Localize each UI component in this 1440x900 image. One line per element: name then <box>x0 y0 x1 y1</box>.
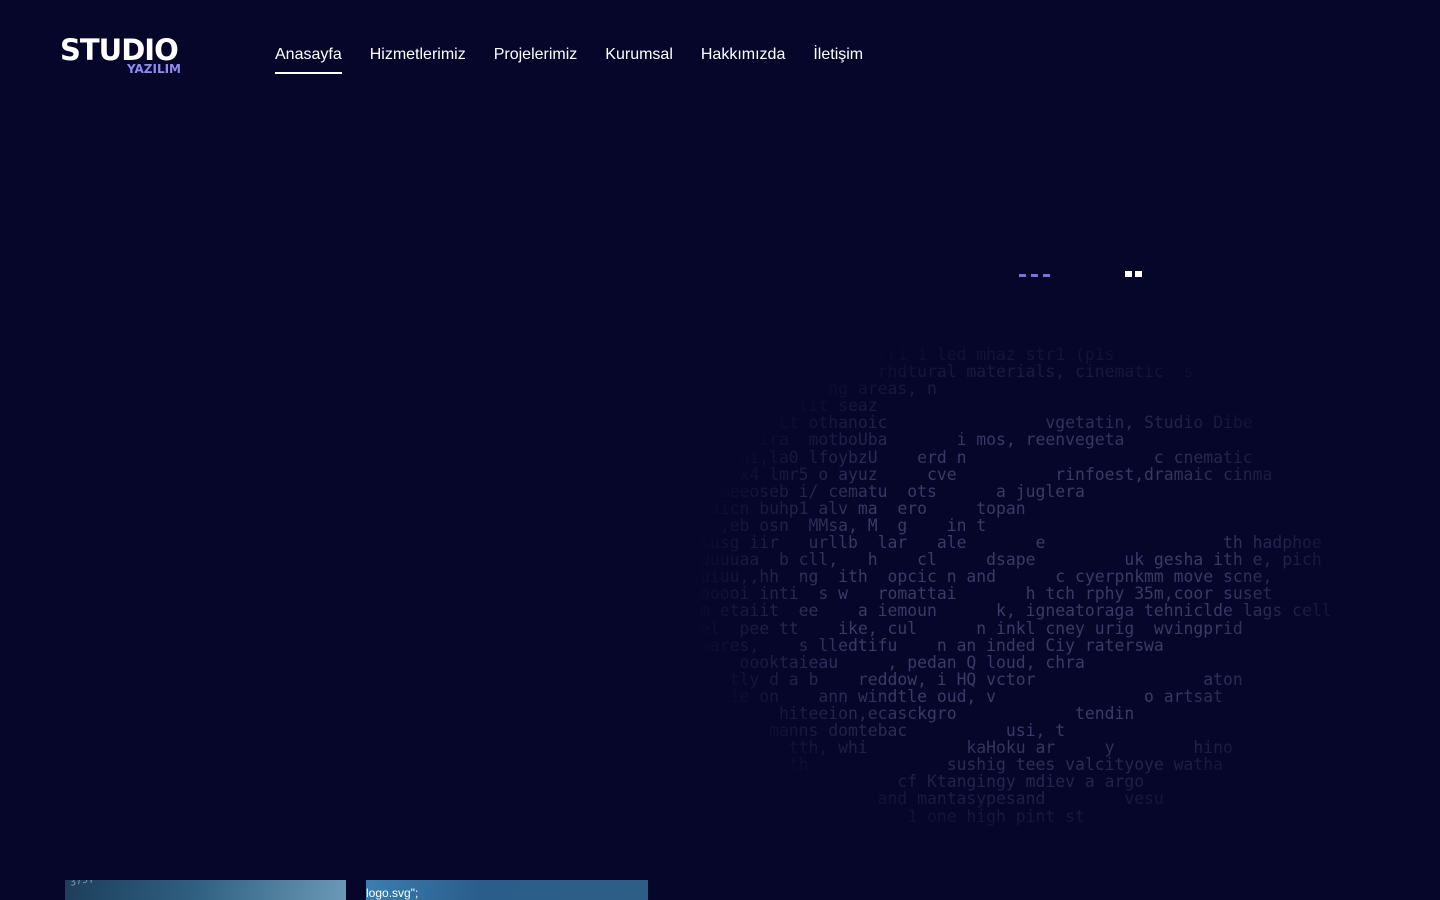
loading-dots-indicator <box>1019 274 1050 277</box>
ascii-art-hero: ppg=Fr1 1 led mhaz str1 (p1s rhdtural ma… <box>700 346 1332 826</box>
loading-dot <box>1019 274 1026 277</box>
nav-item-kurumsal[interactable]: Kurumsal <box>605 44 673 74</box>
card-code-text: 375, 2017 ( 11, 1 shile <box>69 880 207 889</box>
nav-item-hizmetlerimiz[interactable]: Hizmetlerimiz <box>370 44 466 74</box>
nav-item-anasayfa[interactable]: Anasayfa <box>275 44 342 74</box>
loading-dot <box>1043 274 1050 277</box>
main-nav: Anasayfa Hizmetlerimiz Projelerimiz Kuru… <box>275 44 863 74</box>
project-card-code[interactable]: 375, 2017 ( 11, 1 shile <box>65 880 346 900</box>
loading-square <box>1135 271 1142 277</box>
nav-item-iletisim[interactable]: İletişim <box>813 44 863 74</box>
card-logo-text: logo.svg"; <box>366 886 419 900</box>
logo[interactable]: STUDIO YAZILIM <box>60 34 184 78</box>
homepage: STUDIO YAZILIM Anasayfa Hizmetlerimiz Pr… <box>0 0 1440 900</box>
loading-square <box>1125 271 1132 277</box>
nav-item-projelerimiz[interactable]: Projelerimiz <box>494 44 578 74</box>
loading-squares-indicator <box>1125 271 1142 277</box>
logo-subtitle: YAZILIM <box>126 62 181 76</box>
project-card-logo[interactable]: logo.svg"; <box>366 880 648 900</box>
loading-dot <box>1031 274 1038 277</box>
nav-item-hakkimizda[interactable]: Hakkımızda <box>701 44 785 74</box>
